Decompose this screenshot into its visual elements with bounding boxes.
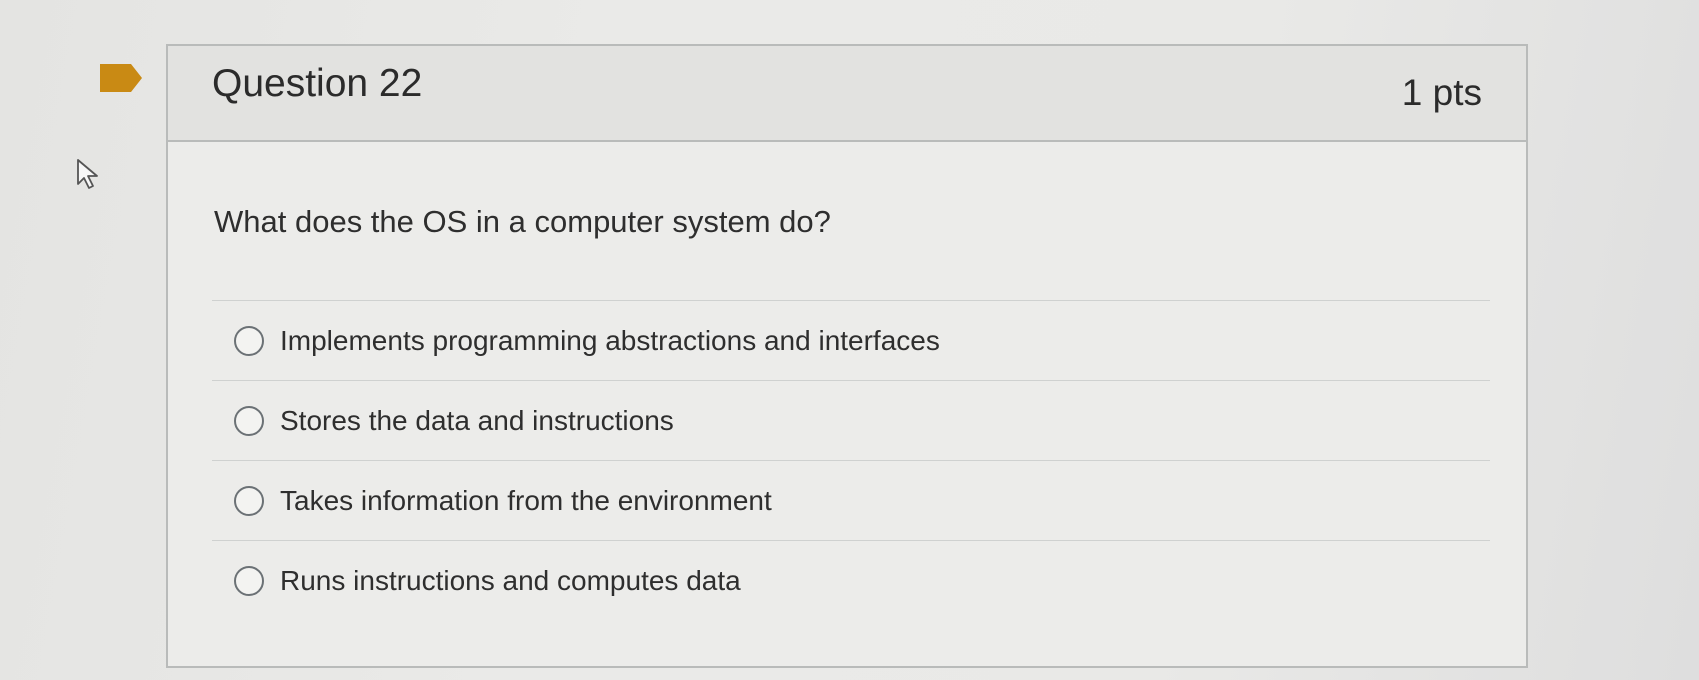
question-prompt: What does the OS in a computer system do…	[214, 204, 831, 239]
question-card: Question 22 1 pts What does the OS in a …	[166, 44, 1528, 668]
mouse-pointer-icon	[77, 159, 98, 189]
answer-option[interactable]: Implements programming abstractions and …	[212, 300, 1490, 380]
answer-label[interactable]: Takes information from the environment	[280, 485, 772, 517]
answer-list: Implements programming abstractions and …	[212, 300, 1490, 620]
answer-label[interactable]: Runs instructions and computes data	[280, 565, 741, 597]
answer-label[interactable]: Implements programming abstractions and …	[280, 325, 940, 357]
answer-option[interactable]: Takes information from the environment	[212, 460, 1490, 540]
radio-button[interactable]	[234, 565, 264, 596]
question-flag-icon[interactable]	[98, 62, 143, 94]
question-header: Question 22 1 pts	[168, 46, 1526, 142]
question-points: 1 pts	[1401, 72, 1482, 113]
answer-label[interactable]: Stores the data and instructions	[280, 405, 674, 437]
answer-option[interactable]: Runs instructions and computes data	[212, 540, 1490, 620]
radio-button[interactable]	[234, 325, 264, 356]
radio-button[interactable]	[234, 405, 264, 436]
radio-button[interactable]	[234, 485, 264, 516]
question-title: Question 22	[212, 62, 423, 105]
answer-option[interactable]: Stores the data and instructions	[212, 380, 1490, 460]
